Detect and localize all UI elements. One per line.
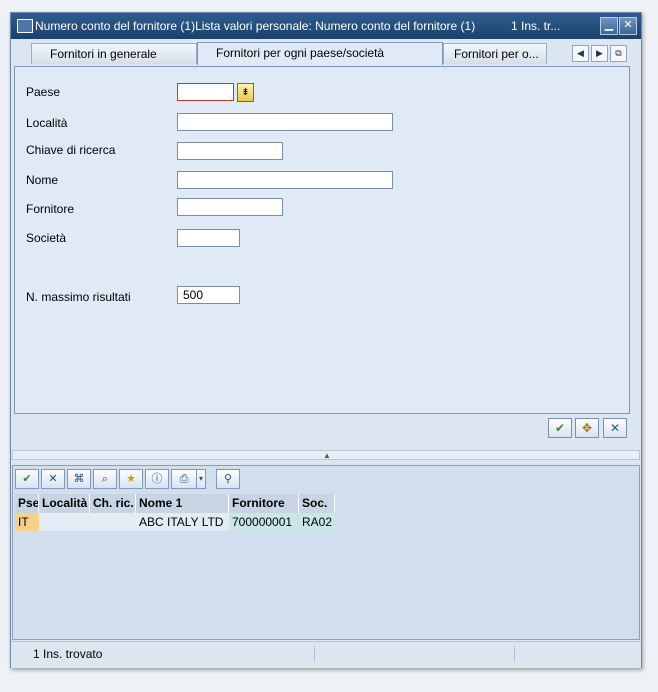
status-separator (514, 646, 515, 662)
column-header-localita[interactable]: Località (39, 494, 90, 513)
minimize-icon[interactable]: ▁ (600, 17, 618, 35)
cancel-results-icon[interactable]: ✕ (41, 469, 65, 489)
window-icon (17, 19, 33, 33)
copy-check-icon[interactable]: ✔ (15, 469, 39, 489)
status-bar: 1 Ins. trovato (11, 641, 641, 668)
localita-label: Località (26, 116, 68, 130)
paese-label: Paese (26, 85, 61, 99)
societa-label: Società (26, 231, 67, 245)
find-icon[interactable]: ⌘ (67, 469, 91, 489)
cancel-icon[interactable]: ✕ (603, 418, 627, 438)
max-results-label: N. massimo risultati (26, 290, 131, 304)
column-header-chiave[interactable]: Ch. ric. (90, 494, 136, 513)
column-header-societa[interactable]: Soc. (299, 494, 335, 513)
societa-field[interactable] (177, 229, 240, 247)
paese-field[interactable] (177, 83, 234, 101)
window-title: Numero conto del fornitore (1)Lista valo… (35, 19, 476, 33)
title-bar: Numero conto del fornitore (1)Lista valo… (11, 13, 641, 39)
tab-list-icon[interactable]: ⧉ (610, 45, 627, 62)
find-next-icon[interactable]: ⌕ (93, 469, 117, 489)
tab-fornitori-generale[interactable]: Fornitori in generale (31, 43, 197, 64)
status-separator (314, 646, 315, 662)
selection-criteria-panel: Paese ⇟ Località Chiave di ricerca Nome … (14, 66, 630, 414)
nome-field[interactable] (177, 171, 393, 189)
tab-strip: Fornitori in generale Fornitori per ogni… (11, 41, 641, 67)
cell-societa[interactable]: RA02 (299, 513, 335, 531)
search-help-icon[interactable]: ⇟ (237, 83, 254, 102)
splitter-grip-icon: ▲ (323, 451, 331, 460)
favorite-icon[interactable]: ★ (119, 469, 143, 489)
close-icon[interactable]: ✕ (619, 17, 637, 35)
info-icon[interactable]: ⓘ (145, 469, 169, 489)
fornitore-field[interactable] (177, 198, 283, 216)
tab-fornitori-paese-societa[interactable]: Fornitori per ogni paese/società (197, 42, 443, 65)
results-area: ✔ ✕ ⌘ ⌕ ★ ⓘ ⎙ ▾ ⚲ Pse Località Ch. ric. … (12, 465, 640, 640)
check-icon[interactable]: ✔ (548, 418, 572, 438)
cell-localita[interactable] (39, 513, 90, 531)
status-text: 1 Ins. trovato (33, 647, 103, 661)
multiple-selection-icon[interactable]: ✥ (575, 418, 599, 438)
cell-nome[interactable]: ABC ITALY LTD (136, 513, 229, 531)
hit-count: 1 Ins. tr... (511, 19, 561, 33)
tab-prev-icon[interactable]: ◀ (572, 45, 589, 62)
cell-fornitore[interactable]: 700000001 (229, 513, 299, 531)
pin-icon[interactable]: ⚲ (216, 469, 240, 489)
chiave-ricerca-field[interactable] (177, 142, 283, 160)
tab-fornitori-per-other[interactable]: Fornitori per o... (443, 43, 547, 64)
splitter[interactable]: ▲ (12, 450, 640, 460)
cell-chiave[interactable] (90, 513, 136, 531)
column-header-fornitore[interactable]: Fornitore (229, 494, 299, 513)
print-icon[interactable]: ⎙ (171, 469, 197, 489)
cell-pse[interactable]: IT (15, 513, 39, 531)
fornitore-label: Fornitore (26, 202, 75, 216)
column-header-nome[interactable]: Nome 1 (136, 494, 229, 513)
localita-field[interactable] (177, 113, 393, 131)
nome-label: Nome (26, 173, 59, 187)
tab-next-icon[interactable]: ▶ (591, 45, 608, 62)
column-header-pse[interactable]: Pse (15, 494, 39, 513)
print-dropdown-icon[interactable]: ▾ (196, 469, 206, 489)
max-results-field[interactable]: 500 (177, 286, 240, 304)
chiave-ricerca-label: Chiave di ricerca (26, 143, 116, 157)
value-help-dialog: Numero conto del fornitore (1)Lista valo… (10, 12, 642, 668)
